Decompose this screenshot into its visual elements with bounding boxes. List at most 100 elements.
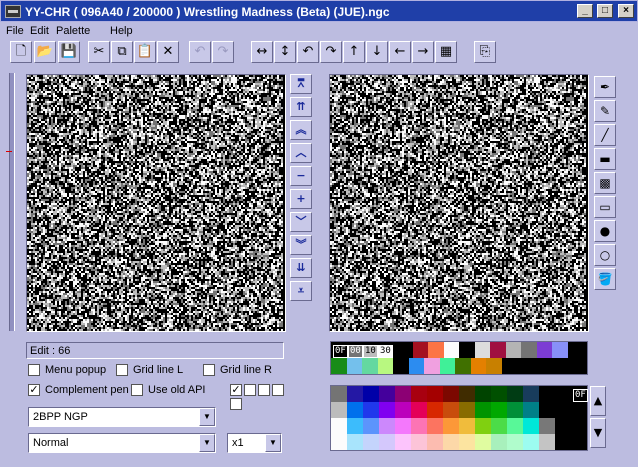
tile-pixel bbox=[219, 137, 221, 139]
tile-pixel bbox=[265, 159, 267, 161]
tile-pixel bbox=[91, 99, 93, 101]
tile-pixel bbox=[269, 183, 271, 185]
tile-pixel bbox=[133, 173, 135, 175]
undo-icon[interactable]: ↶ bbox=[189, 41, 211, 63]
tile-pixel bbox=[159, 111, 161, 113]
tile-pixel bbox=[125, 77, 127, 79]
tile-pixel bbox=[165, 207, 167, 209]
tile-pixel bbox=[79, 183, 81, 185]
tile-pixel bbox=[239, 157, 241, 159]
tile-pixel bbox=[125, 155, 127, 157]
open-folder-icon[interactable]: 📂 bbox=[34, 41, 56, 63]
copy-icon[interactable]: ⧉ bbox=[111, 41, 133, 63]
tile-pixel bbox=[67, 123, 69, 125]
tile-pixel bbox=[127, 97, 129, 99]
new-file-icon[interactable]: 🗋 bbox=[10, 41, 32, 63]
tile-pixel bbox=[37, 147, 39, 149]
tile-pixel bbox=[265, 175, 267, 177]
tile-pixel bbox=[161, 89, 163, 91]
tile-pixel bbox=[135, 131, 137, 133]
tile-pixel bbox=[167, 101, 169, 103]
replace-color-icon[interactable]: ▦ bbox=[435, 41, 457, 63]
tile-pixel bbox=[49, 163, 51, 165]
tile-pixel bbox=[135, 119, 137, 121]
tile-pixel bbox=[263, 177, 265, 179]
tile-pixel bbox=[83, 107, 85, 109]
minimize-button[interactable]: _ bbox=[577, 4, 593, 18]
tile-pixel bbox=[117, 125, 119, 127]
redo-icon[interactable]: ↷ bbox=[212, 41, 234, 63]
tile-pixel bbox=[115, 165, 117, 167]
tile-pixel bbox=[143, 83, 145, 85]
tile-pixel bbox=[225, 167, 227, 169]
rotate-left-icon[interactable]: ↶ bbox=[297, 41, 319, 63]
tile-pixel bbox=[257, 87, 259, 89]
tile-canvas-left[interactable] bbox=[27, 75, 285, 331]
shift-down-icon[interactable]: ↓ bbox=[366, 41, 388, 63]
tile-pixel bbox=[127, 197, 129, 199]
tile-pixel bbox=[125, 89, 127, 91]
property-icon[interactable]: ⎘ bbox=[474, 41, 496, 63]
tile-pixel bbox=[257, 153, 259, 155]
shift-right-icon[interactable]: → bbox=[412, 41, 434, 63]
tile-pixel bbox=[157, 175, 159, 177]
tile-pixel bbox=[65, 209, 67, 211]
cut-icon[interactable]: ✂ bbox=[88, 41, 110, 63]
tile-pixel bbox=[183, 87, 185, 89]
menu-edit[interactable]: Edit bbox=[30, 25, 49, 37]
tile-pixel bbox=[89, 157, 91, 159]
tile-pixel bbox=[195, 113, 197, 115]
save-icon[interactable]: 💾 bbox=[58, 41, 80, 63]
maximize-button[interactable]: □ bbox=[597, 4, 613, 18]
delete-icon[interactable]: ✕ bbox=[157, 41, 179, 63]
tile-pixel bbox=[203, 193, 205, 195]
flip-vertical-icon[interactable]: ↕ bbox=[274, 41, 296, 63]
tile-pixel bbox=[149, 89, 151, 91]
shift-left-icon[interactable]: ← bbox=[389, 41, 411, 63]
tile-view-left[interactable] bbox=[26, 74, 286, 332]
tile-pixel bbox=[123, 171, 125, 173]
tile-pixel bbox=[43, 139, 45, 141]
menu-palette[interactable]: Palette bbox=[56, 25, 90, 37]
tile-pixel bbox=[33, 75, 35, 77]
tile-pixel bbox=[211, 157, 213, 159]
tile-pixel bbox=[51, 139, 53, 141]
tile-pixel bbox=[157, 203, 159, 205]
tile-pixel bbox=[85, 81, 87, 83]
tile-pixel bbox=[253, 155, 255, 157]
address-bar[interactable] bbox=[6, 73, 15, 331]
menu-help[interactable]: Help bbox=[110, 25, 133, 37]
tile-pixel bbox=[77, 129, 79, 131]
flip-horizontal-icon[interactable]: ↔ bbox=[251, 41, 273, 63]
tile-pixel bbox=[177, 199, 179, 201]
tile-pixel bbox=[273, 87, 275, 89]
tile-pixel bbox=[147, 207, 149, 209]
tile-pixel bbox=[91, 139, 93, 141]
tile-pixel bbox=[131, 149, 133, 151]
tile-pixel bbox=[229, 149, 231, 151]
tile-pixel bbox=[113, 159, 115, 161]
tile-pixel bbox=[81, 179, 83, 181]
tile-pixel bbox=[127, 77, 129, 79]
tile-pixel bbox=[279, 203, 281, 205]
close-button[interactable]: × bbox=[618, 4, 634, 18]
tile-pixel bbox=[139, 83, 141, 85]
tile-pixel bbox=[137, 109, 139, 111]
paste-icon[interactable]: 📋 bbox=[134, 41, 156, 63]
tile-pixel bbox=[71, 195, 73, 197]
menu-file[interactable]: File bbox=[6, 25, 24, 37]
tile-pixel bbox=[223, 177, 225, 179]
tile-pixel bbox=[91, 125, 93, 127]
tile-pixel bbox=[179, 143, 181, 145]
tile-pixel bbox=[211, 175, 213, 177]
tile-pixel bbox=[175, 141, 177, 143]
tile-pixel bbox=[131, 151, 133, 153]
rotate-right-icon[interactable]: ↷ bbox=[320, 41, 342, 63]
tile-pixel bbox=[61, 101, 63, 103]
tile-pixel bbox=[277, 79, 279, 81]
tile-pixel bbox=[87, 205, 89, 207]
shift-up-icon[interactable]: ↑ bbox=[343, 41, 365, 63]
tile-pixel bbox=[31, 93, 33, 95]
tile-pixel bbox=[193, 113, 195, 115]
tile-pixel bbox=[77, 127, 79, 129]
